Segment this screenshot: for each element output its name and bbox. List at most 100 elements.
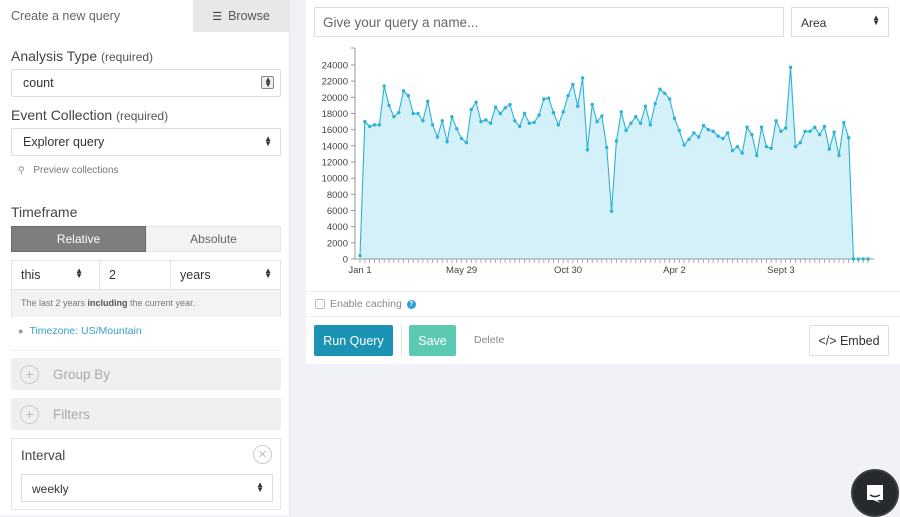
data-point [745, 125, 749, 129]
data-point [440, 119, 444, 123]
data-point [774, 119, 778, 123]
preview-collections-link[interactable]: ⚲ Preview collections [18, 165, 118, 176]
data-point [759, 125, 764, 129]
timezone-label: Timezone: US/Mountain [29, 325, 142, 337]
delete-button[interactable]: Delete [474, 334, 504, 346]
data-point [464, 140, 469, 145]
y-tick-label: 4000 [327, 222, 348, 233]
save-button[interactable]: Save [409, 325, 456, 356]
enable-caching-checkbox[interactable] [315, 299, 325, 309]
units-select[interactable]: years ▲ ▼ [171, 261, 280, 289]
x-tick-label: Oct 30 [554, 265, 582, 276]
analysis-type-label: Analysis Type (required) [11, 48, 153, 64]
data-point [643, 104, 648, 108]
close-icon[interactable]: ✕ [253, 445, 272, 464]
divider [11, 350, 281, 351]
chart-type-select[interactable]: Area ▲ ▼ [791, 7, 889, 37]
relativity-select[interactable]: this ▲ ▼ [12, 261, 100, 289]
timeframe-note-bold: including [87, 298, 128, 308]
event-collection-label: Event Collection (required) [11, 107, 168, 123]
run-query-button[interactable]: Run Query [314, 325, 393, 356]
data-point [798, 140, 802, 145]
chat-icon [867, 485, 883, 503]
data-point [546, 96, 551, 100]
tab-create-query[interactable]: Create a new query [0, 0, 193, 32]
data-point [861, 257, 865, 261]
enable-caching-label: Enable caching [330, 298, 402, 310]
amount-input[interactable]: 2 [100, 261, 171, 289]
data-point [856, 257, 861, 261]
data-point [537, 113, 541, 117]
data-point [605, 145, 609, 150]
data-point [571, 82, 575, 87]
data-point [817, 132, 822, 137]
data-point [416, 111, 420, 116]
required-hint: (required) [101, 50, 154, 64]
data-point [682, 143, 686, 147]
caching-row: Enable caching ? [306, 291, 900, 317]
data-point [493, 105, 498, 109]
data-point [769, 146, 773, 150]
filters-label: Filters [53, 406, 90, 422]
data-point [648, 123, 652, 127]
data-point [793, 144, 798, 149]
data-point [667, 97, 672, 101]
data-point [687, 137, 691, 142]
y-tick-label: 14000 [322, 141, 348, 152]
y-tick-label: 8000 [327, 190, 348, 201]
y-tick-label: 20000 [322, 93, 348, 104]
analysis-type-value: count [23, 76, 54, 90]
data-point [837, 153, 841, 158]
timezone-link[interactable]: ● Timezone: US/Mountain [18, 325, 142, 337]
data-point [663, 91, 667, 95]
group-by-toggle[interactable]: + Group By [11, 358, 281, 390]
embed-button[interactable]: </> Embed [809, 325, 889, 356]
y-tick-label: 24000 [322, 61, 348, 72]
tab-absolute[interactable]: Absolute [146, 226, 281, 252]
query-name-input[interactable]: Give your query a name... [314, 7, 784, 37]
data-point [846, 136, 851, 140]
timeframe-toggle: Relative Absolute [11, 226, 281, 252]
data-point [479, 119, 483, 124]
tab-relative[interactable]: Relative [11, 226, 146, 252]
x-tick-label: Jan 1 [348, 265, 371, 276]
data-point [358, 254, 362, 258]
help-icon[interactable]: ? [406, 299, 416, 309]
data-point [614, 139, 619, 143]
data-point [397, 110, 401, 115]
data-point [822, 124, 827, 129]
data-point [653, 102, 657, 106]
data-point [788, 65, 793, 70]
interval-select[interactable]: weekly ▲ ▼ [21, 474, 273, 502]
data-point [638, 121, 643, 125]
data-point [808, 129, 812, 133]
data-point [784, 126, 788, 130]
data-point [827, 147, 831, 151]
data-point [445, 140, 449, 144]
analysis-type-select[interactable]: count ▲ ▼ [11, 69, 281, 97]
globe-icon: ● [18, 326, 24, 336]
select-arrows-icon: ▲ ▼ [256, 480, 264, 494]
relative-timeframe-box: this ▲ ▼ 2 years ▲ ▼ The last 2 years incl… [11, 260, 281, 317]
data-point [542, 97, 546, 101]
data-point [595, 119, 599, 124]
data-point [750, 132, 754, 137]
y-tick-label: 12000 [322, 158, 348, 169]
data-point [498, 111, 503, 116]
select-arrows-icon: ▲ ▼ [872, 13, 880, 27]
chat-widget-button[interactable] [851, 469, 899, 517]
plus-icon: + [20, 364, 39, 384]
data-point [513, 119, 517, 123]
data-point [803, 129, 807, 133]
event-collection-select[interactable]: Explorer query ▲ ▼ [11, 128, 281, 156]
data-point [711, 129, 715, 133]
filters-toggle[interactable]: + Filters [11, 398, 281, 430]
data-point [382, 84, 386, 88]
required-hint: (required) [116, 109, 169, 123]
timeframe-note: The last 2 years including the current y… [12, 290, 280, 317]
data-point [532, 120, 536, 125]
tab-browse[interactable]: ☰ Browse [193, 0, 289, 32]
data-point [580, 76, 585, 80]
data-point [609, 209, 614, 214]
x-tick-label: Sept 3 [767, 265, 794, 276]
